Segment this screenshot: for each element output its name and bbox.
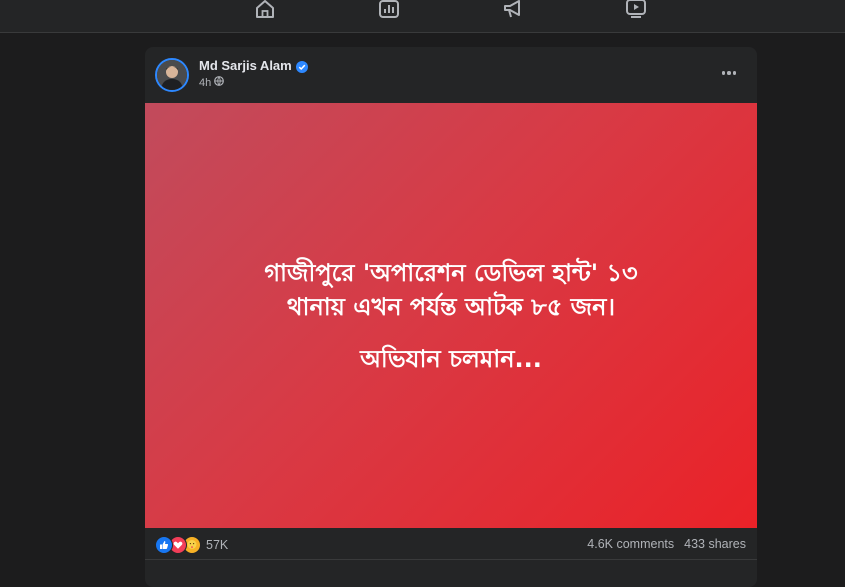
globe-icon <box>214 76 225 89</box>
post-text: গাজীপুরে 'অপারেশন ডেভিল হান্ট' ১৩ থানায়… <box>145 256 757 324</box>
reactions-summary[interactable]: 57K <box>155 536 228 554</box>
comments-count-link[interactable]: 4.6K comments <box>587 537 674 551</box>
post-text-line-2: থানায় এখন পর্যন্ত আটক ৮৫ জন। <box>286 293 616 321</box>
avatar[interactable] <box>155 58 189 92</box>
post-text-line-1: গাজীপুরে 'অপারেশন ডেভিল হান্ট' ১৩ <box>264 259 638 287</box>
verified-badge-icon <box>295 60 308 73</box>
comments-shares: 4.6K comments 433 shares <box>587 537 746 551</box>
author-name[interactable]: Md Sarjis Alam <box>199 58 292 73</box>
post-text-line-3: অভিযান চলমান... <box>360 345 542 373</box>
chart-icon[interactable] <box>376 0 402 20</box>
post-stats: 57K 4.6K comments 433 shares <box>145 528 757 560</box>
dot-icon <box>732 71 737 75</box>
dot-icon <box>727 71 731 75</box>
post-text-background[interactable]: গাজীপুরে 'অপারেশন ডেভিল হান্ট' ১৩ থানায়… <box>145 103 757 528</box>
post-time[interactable]: 4h <box>199 77 211 89</box>
more-options-button[interactable] <box>715 63 743 83</box>
dot-icon <box>721 71 726 75</box>
like-icon <box>155 536 173 554</box>
megaphone-icon[interactable] <box>500 0 526 20</box>
reaction-count: 57K <box>206 538 229 552</box>
shares-count-link[interactable]: 433 shares <box>684 537 746 551</box>
video-icon[interactable] <box>623 0 649 20</box>
post-card: Md Sarjis Alam 4h গাজীপুরে 'অপারেশন ডেভি… <box>145 47 757 587</box>
home-icon[interactable] <box>252 0 278 20</box>
top-navigation-bar <box>0 0 845 33</box>
author-row: Md Sarjis Alam <box>199 58 308 73</box>
post-header: Md Sarjis Alam 4h <box>145 47 757 103</box>
post-meta: 4h <box>199 76 225 89</box>
